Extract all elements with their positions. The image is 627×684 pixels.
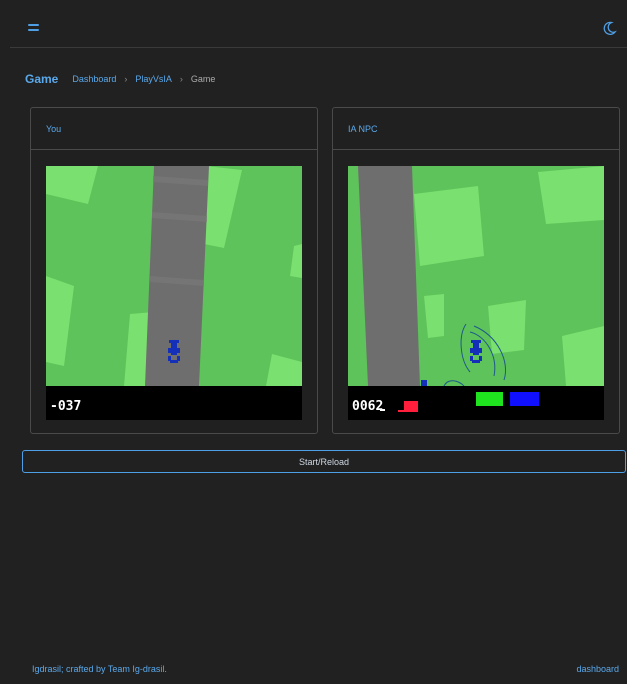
player-game-canvas[interactable]: -037	[46, 166, 302, 420]
breadcrumb-current: Game	[190, 74, 216, 84]
player-score: -037	[50, 399, 82, 414]
footer: Igdrasil; crafted by Team Ig-drasil. das…	[32, 664, 619, 674]
breadcrumb-separator: ›	[179, 74, 183, 84]
player-panel: You -037	[30, 107, 318, 434]
footer-team-link[interactable]: Ig-drasil	[132, 664, 164, 674]
player-track-view	[46, 166, 302, 420]
footer-trailing: .	[164, 664, 167, 674]
footer-right: dashboard	[576, 664, 619, 674]
moon-icon[interactable]	[601, 20, 617, 36]
top-bar	[10, 8, 627, 48]
breadcrumb-separator: ›	[124, 74, 128, 84]
breadcrumb-playvsia[interactable]: PlayVsIA	[135, 74, 172, 84]
npc-panel: IA NPC 0062	[332, 107, 620, 434]
player-panel-title: You	[31, 108, 317, 150]
footer-dashboard-link[interactable]: dashboard	[576, 664, 619, 674]
footer-credits: Igdrasil; crafted by Team Ig-drasil.	[32, 664, 167, 674]
breadcrumb: Game Dashboard › PlayVsIA › Game	[25, 70, 215, 88]
page-title: Game	[25, 72, 59, 86]
npc-game-canvas[interactable]: 0062	[348, 166, 604, 420]
start-reload-button[interactable]: Start/Reload	[22, 450, 626, 473]
npc-score: 0062	[352, 399, 384, 414]
breadcrumb-dashboard[interactable]: Dashboard	[72, 74, 116, 84]
footer-brand-text: Igdrasil; crafted by Team	[32, 664, 133, 674]
npc-panel-title: IA NPC	[333, 108, 619, 150]
npc-track-view	[348, 166, 604, 420]
hamburger-menu-icon[interactable]	[28, 21, 44, 35]
